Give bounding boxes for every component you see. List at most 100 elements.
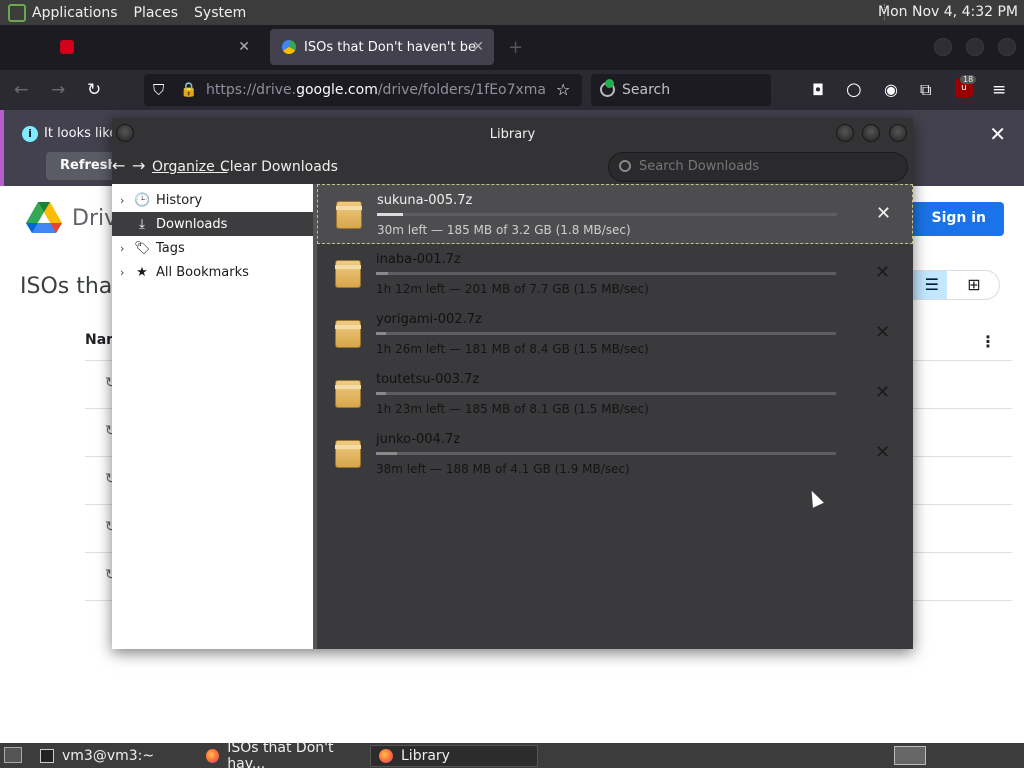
drive-favicon-icon xyxy=(282,40,296,54)
tab-close-icon[interactable]: ✕ xyxy=(238,39,250,55)
download-progress-fill xyxy=(376,452,397,455)
download-item[interactable]: junko-004.7z 38m left — 188 MB of 4.1 GB … xyxy=(317,424,913,484)
extensions-icon[interactable]: ⧉ xyxy=(920,80,931,100)
tree-item-all-bookmarks[interactable]: › ★ All Bookmarks xyxy=(112,260,313,284)
expand-chevron-icon[interactable]: › xyxy=(120,194,134,207)
cancel-download-icon[interactable]: ✕ xyxy=(875,322,890,343)
search-icon xyxy=(619,160,631,172)
search-downloads-input[interactable]: Search Downloads xyxy=(608,152,908,182)
folder-title: ISOs tha xyxy=(20,274,113,299)
download-status: 1h 23m left — 185 MB of 8.1 GB (1.5 MB/s… xyxy=(376,402,649,416)
window-menu-button[interactable] xyxy=(116,124,134,142)
clock[interactable]: Mon Nov 4, 4:32 PM xyxy=(878,4,1018,20)
library-title: Library xyxy=(489,127,536,142)
lib-maximize-button[interactable] xyxy=(862,124,880,142)
view-toggle[interactable]: ☰ ⊞ xyxy=(898,270,1000,300)
places-menu[interactable]: Places xyxy=(134,5,179,21)
task-label: vm3@vm3:~ xyxy=(62,748,155,764)
drive-brand-text: Driv xyxy=(72,206,118,231)
firefox-icon xyxy=(379,749,393,763)
download-item[interactable]: inaba-001.7z 1h 12m left — 201 MB of 7.7 … xyxy=(317,244,913,304)
download-progress-fill xyxy=(376,272,388,275)
archive-file-icon xyxy=(335,320,361,348)
show-desktop-icon[interactable] xyxy=(4,747,22,763)
info-message: It looks like xyxy=(44,126,118,141)
hamburger-menu-icon[interactable]: ≡ xyxy=(992,80,1006,100)
download-progress-fill xyxy=(376,392,386,395)
search-engine-icon xyxy=(600,79,615,97)
download-item[interactable]: yorigami-002.7z 1h 26m left — 181 MB of 8… xyxy=(317,304,913,364)
account-icon[interactable]: ◉ xyxy=(884,80,898,100)
task-firefox-drive[interactable]: ISOs that Don't hav... xyxy=(198,740,368,768)
download-filename: sukuna-005.7z xyxy=(377,193,473,208)
download-progress-fill xyxy=(377,213,403,216)
archive-file-icon xyxy=(336,201,362,229)
download-progress-bar xyxy=(376,332,836,335)
task-library[interactable]: Library xyxy=(370,745,538,767)
download-progress-fill xyxy=(376,332,386,335)
star-icon: ★ xyxy=(136,264,148,280)
lib-back-icon[interactable]: ← xyxy=(112,156,125,175)
cancel-download-icon[interactable]: ✕ xyxy=(875,382,890,403)
tree-item-label: History xyxy=(156,192,203,208)
more-options-icon[interactable]: ⋮ xyxy=(980,332,996,351)
cancel-download-icon[interactable]: ✕ xyxy=(875,262,890,283)
applications-menu[interactable]: Applications xyxy=(32,5,118,21)
downloads-list: sukuna-005.7z 30m left — 185 MB of 3.2 GB… xyxy=(317,184,913,649)
search-bar[interactable]: Search xyxy=(591,74,771,106)
google-drive-logo-icon xyxy=(26,202,62,233)
grid-view-icon[interactable]: ⊞ xyxy=(947,271,999,299)
archive-file-icon xyxy=(335,380,361,408)
tab-close-icon[interactable]: ✕ xyxy=(472,39,484,55)
expand-chevron-icon[interactable]: › xyxy=(120,242,134,255)
tag-icon: 🏷 xyxy=(134,240,151,256)
cancel-download-icon[interactable]: ✕ xyxy=(875,442,890,463)
back-icon[interactable]: ← xyxy=(14,80,28,100)
lib-forward-icon[interactable]: → xyxy=(132,156,145,175)
tree-item-tags[interactable]: › 🏷 Tags xyxy=(112,236,313,260)
sign-in-button[interactable]: Sign in xyxy=(908,202,1004,236)
bookmark-star-icon[interactable]: ☆ xyxy=(556,80,570,100)
task-terminal[interactable]: vm3@vm3:~ xyxy=(32,745,196,767)
distro-logo-icon[interactable] xyxy=(8,3,26,22)
download-status: 38m left — 188 MB of 4.1 GB (1.9 MB/sec) xyxy=(376,462,630,476)
clear-downloads-button[interactable]: Clear Downloads xyxy=(220,159,338,175)
lib-minimize-button[interactable] xyxy=(836,124,854,142)
shield-icon[interactable]: ⛉ xyxy=(153,80,164,100)
download-item[interactable]: sukuna-005.7z 30m left — 185 MB of 3.2 GB… xyxy=(317,184,913,244)
lib-close-button[interactable] xyxy=(889,124,907,142)
tab-bar: ✕ ISOs that Don't haven't bee ✕ + xyxy=(0,25,1024,70)
organize-menu[interactable]: Organize ⌄ xyxy=(152,159,228,175)
tree-item-history[interactable]: › 🕒 History xyxy=(112,188,313,212)
container-icon[interactable]: ○ xyxy=(846,80,862,100)
navigation-bar: ← → ↻ ⛉ 🔒 https://drive.google.com/drive… xyxy=(0,70,1024,110)
download-item[interactable]: toutetsu-003.7z 1h 23m left — 185 MB of 8… xyxy=(317,364,913,424)
pocket-icon[interactable]: ◘ xyxy=(812,80,824,100)
terminal-icon xyxy=(40,749,54,763)
tab-inactive[interactable]: ✕ xyxy=(4,29,260,65)
url-text[interactable]: https://drive.google.com/drive/folders/1… xyxy=(206,82,546,98)
mega-favicon-icon xyxy=(60,40,74,54)
new-tab-icon[interactable]: + xyxy=(508,37,523,58)
clock-icon: 🕒 xyxy=(134,192,151,208)
system-menu[interactable]: System xyxy=(194,5,246,21)
close-window-button[interactable] xyxy=(998,38,1016,56)
tree-item-label: Downloads xyxy=(156,216,228,232)
expand-chevron-icon[interactable]: › xyxy=(120,266,134,279)
workspace-switcher[interactable] xyxy=(894,746,926,765)
cancel-download-icon[interactable]: ✕ xyxy=(876,203,891,224)
lock-icon[interactable]: 🔒 xyxy=(180,80,197,100)
forward-icon[interactable]: → xyxy=(51,80,65,100)
minimize-button[interactable] xyxy=(934,38,952,56)
url-bar[interactable]: ⛉ 🔒 https://drive.google.com/drive/folde… xyxy=(144,74,582,106)
search-downloads-placeholder: Search Downloads xyxy=(639,159,760,174)
task-label: Library xyxy=(401,748,450,764)
close-infobar-icon[interactable]: ✕ xyxy=(989,122,1006,146)
firefox-icon xyxy=(206,749,220,763)
reload-icon[interactable]: ↻ xyxy=(87,80,101,100)
tree-item-downloads[interactable]: ⤓ Downloads xyxy=(112,212,313,236)
tab-active[interactable]: ISOs that Don't haven't bee ✕ xyxy=(270,29,494,65)
info-icon: i xyxy=(22,126,38,142)
maximize-button[interactable] xyxy=(966,38,984,56)
library-titlebar[interactable]: Library xyxy=(112,118,913,150)
